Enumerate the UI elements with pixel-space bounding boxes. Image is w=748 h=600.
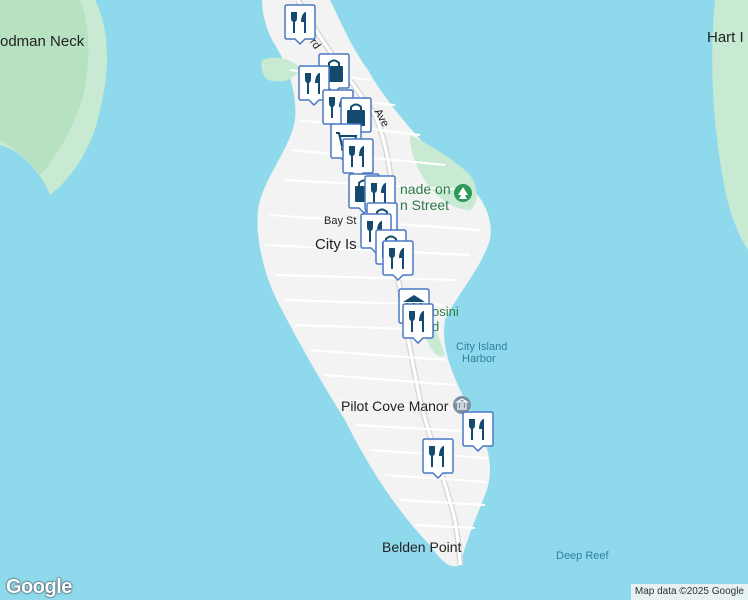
place-marker[interactable] [462,410,494,452]
google-logo: Google [6,576,72,598]
promenade-label-line1: nade on [400,181,451,197]
place-marker[interactable] [422,437,454,479]
promenade-label-line2: n Street [400,197,450,213]
hart-island-label: Hart I [707,29,744,46]
place-marker[interactable] [382,239,414,281]
place-marker[interactable] [402,302,434,344]
belden-point-label: Belden Point [382,539,462,555]
woodman-neck-label: odman Neck [0,33,85,50]
map-attribution[interactable]: Map data ©2025 Google [630,584,748,600]
park-tree-icon [454,184,472,202]
park-label-line1: osini [432,304,459,319]
harbor-label-line1: City Island [456,341,508,353]
city-island-label: City Is [315,236,357,253]
harbor-label-line2: Harbor [462,353,496,365]
bay-street-label: Bay St [324,215,357,227]
map-base-layer [0,0,748,600]
place-marker[interactable] [284,3,316,45]
deep-reef-label: Deep Reef [556,550,609,562]
pilot-cove-manor-label: Pilot Cove Manor [341,398,449,414]
map-view[interactable]: odman Neck Hart I City Is Bay St Ave rd … [0,0,748,600]
